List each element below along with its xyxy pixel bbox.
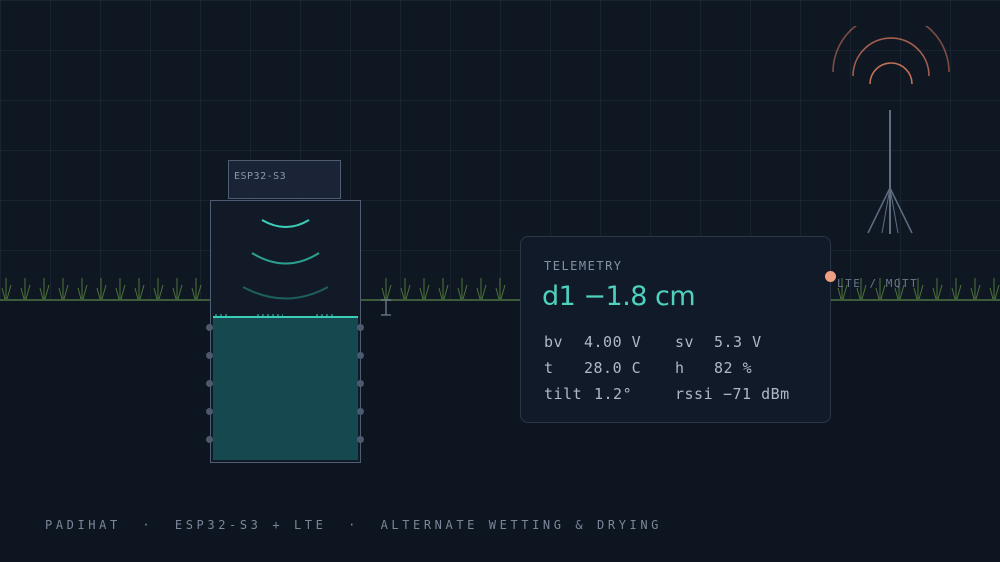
tube-perforation — [357, 352, 364, 359]
metric-rssi-value: −71 dBm — [723, 385, 790, 403]
tube-perforation — [206, 436, 213, 443]
diagram-scene: ESP32-S3 TELEMETRY d1 −1.8 cm bv 4.00 V … — [0, 0, 1000, 562]
footer-caption: PADIHAT · ESP32-S3 + LTE · ALTERNATE WET… — [45, 518, 663, 532]
metric-tilt-label: tilt — [544, 385, 583, 403]
tube-perforation — [206, 352, 213, 359]
depth-marker-icon — [381, 299, 391, 316]
water-ripple-marks — [215, 314, 335, 316]
tube-perforation — [206, 408, 213, 415]
telemetry-title: TELEMETRY — [544, 259, 623, 273]
metric-humidity-label: h — [675, 359, 685, 377]
ultrasonic-pulse-icon — [242, 219, 329, 300]
tube-perforation — [357, 324, 364, 331]
tube-perforation — [206, 324, 213, 331]
depth-reading: d1 −1.8 cm — [542, 281, 696, 312]
metric-battery-label: bv — [544, 333, 564, 351]
antenna-tower-icon — [832, 26, 950, 234]
esp32-module: ESP32-S3 — [228, 160, 341, 199]
tube-perforation — [357, 436, 364, 443]
metric-solar-value: 5.3 V — [714, 333, 762, 351]
metric-temperature-label: t — [544, 359, 554, 377]
tube-perforation — [206, 380, 213, 387]
metric-solar-label: sv — [675, 333, 695, 351]
tube-perforation — [357, 408, 364, 415]
metric-rssi-label: rssi — [675, 385, 714, 403]
uplink-label: LTE / MQTT — [837, 277, 919, 290]
metric-battery-value: 4.00 V — [584, 333, 642, 351]
metric-temperature-value: 28.0 C — [584, 359, 642, 377]
ground-surface-line — [0, 299, 1000, 301]
uplink-status-dot — [825, 271, 836, 282]
metric-humidity-value: 82 % — [714, 359, 753, 377]
metric-tilt-value: 1.2° — [594, 385, 633, 403]
telemetry-card: TELEMETRY d1 −1.8 cm bv 4.00 V sv 5.3 V … — [520, 236, 831, 423]
tube-perforation — [357, 380, 364, 387]
water-column — [213, 317, 358, 460]
module-label: ESP32-S3 — [234, 171, 287, 182]
